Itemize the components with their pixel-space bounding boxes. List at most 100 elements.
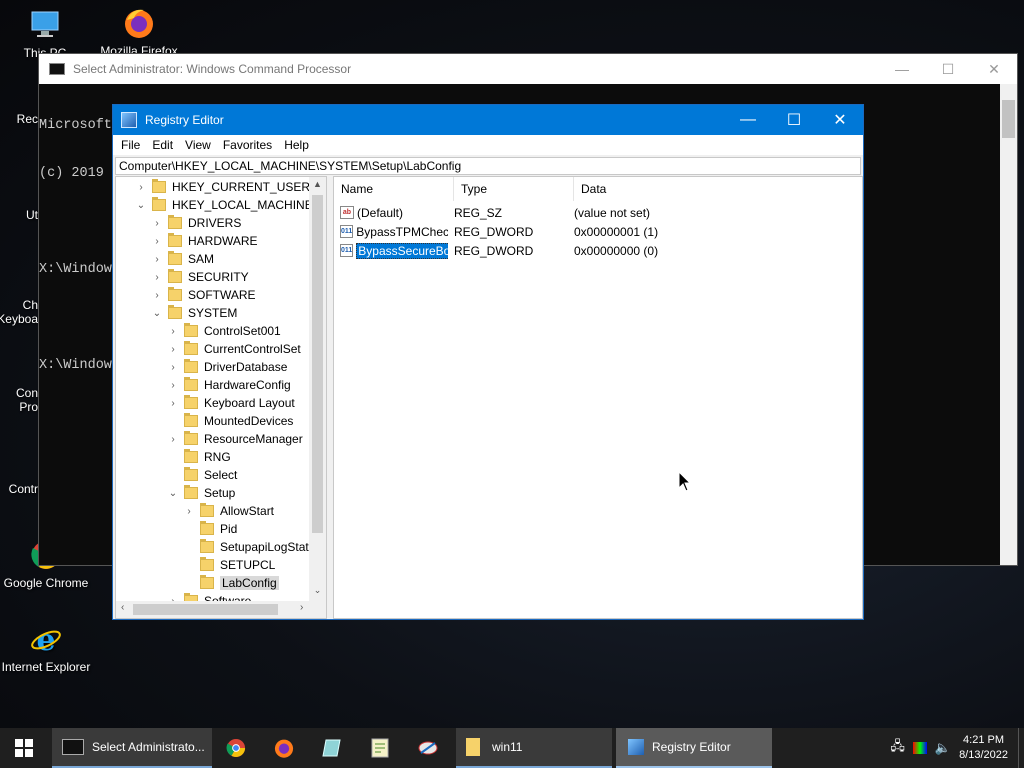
tree-node[interactable]: SetupapiLogStatu — [184, 538, 315, 556]
tree-hscroll-thumb[interactable] — [133, 604, 278, 615]
desktop-icon-label: Rec — [16, 112, 38, 126]
taskbar-cmd-button[interactable]: Select Administrato... — [52, 728, 212, 768]
tree-node[interactable]: SETUPCL — [184, 556, 275, 574]
tree-scroll-thumb[interactable] — [312, 195, 323, 533]
menu-file[interactable]: File — [115, 138, 146, 152]
tree-node[interactable]: ⌄ Setup — [168, 484, 235, 502]
value-row[interactable]: 011BypassSecureBo... REG_DWORD 0x00000000 … — [334, 241, 862, 260]
menu-view[interactable]: View — [179, 138, 217, 152]
internet-explorer-desktop-icon[interactable]: e Internet Explorer — [1, 622, 91, 674]
folder-icon — [168, 251, 182, 265]
expand-chevron-icon[interactable]: › — [168, 362, 178, 373]
cmd-close-button[interactable]: ✕ — [971, 61, 1017, 78]
expand-chevron-icon[interactable]: › — [152, 254, 162, 265]
regedit-title-bar[interactable]: Registry Editor — ☐ ✕ — [113, 105, 863, 135]
color-display-icon[interactable] — [912, 742, 927, 754]
expand-chevron-icon[interactable]: › — [168, 344, 178, 355]
tree-node[interactable]: Pid — [184, 520, 237, 538]
show-desktop-button[interactable] — [1018, 728, 1024, 768]
tree-node[interactable]: ⌄ HKEY_LOCAL_MACHINE — [136, 196, 313, 214]
network-icon[interactable]: 🖧 — [890, 737, 905, 759]
expand-chevron-icon[interactable]: › — [152, 272, 162, 283]
cmd-scroll-thumb[interactable] — [1002, 100, 1015, 138]
scroll-right-icon[interactable]: › — [300, 602, 303, 613]
tree-node[interactable]: Select — [168, 466, 237, 484]
taskbar-notepad-button[interactable] — [308, 728, 356, 768]
scroll-down-icon[interactable]: ⌄ — [309, 585, 326, 596]
expand-chevron-icon[interactable]: › — [184, 506, 194, 517]
tree-node[interactable]: ⌄ SYSTEM — [152, 304, 237, 322]
collapse-chevron-icon[interactable]: ⌄ — [152, 308, 162, 319]
tree-node[interactable]: MountedDevices — [168, 412, 293, 430]
string-value-icon: ab — [340, 206, 354, 219]
tree-node[interactable]: › ControlSet001 — [168, 322, 281, 340]
taskbar-explorer-button[interactable]: win11 — [456, 728, 612, 768]
cmd-maximize-button[interactable]: ☐ — [925, 61, 971, 78]
folder-icon — [200, 503, 214, 517]
tree-vertical-scrollbar[interactable]: ▲ ⌄ — [309, 177, 326, 601]
expand-chevron-icon[interactable]: › — [168, 434, 178, 445]
tree-node[interactable]: › AllowStart — [184, 502, 274, 520]
start-button[interactable] — [0, 728, 48, 768]
taskbar-firefox-button[interactable] — [260, 728, 308, 768]
cmd-minimize-button[interactable]: — — [879, 61, 925, 78]
cmd-scrollbar[interactable] — [1000, 84, 1017, 565]
clock[interactable]: 4:21 PM 8/13/2022 — [959, 733, 1008, 763]
expand-chevron-icon[interactable]: › — [136, 182, 146, 193]
tree-node[interactable]: › SAM — [152, 250, 214, 268]
tree-node[interactable]: › HARDWARE — [152, 232, 258, 250]
collapse-chevron-icon[interactable]: ⌄ — [168, 488, 178, 499]
cmd-desktop-icon[interactable]: Con Pro — [0, 386, 40, 414]
tree-node[interactable]: › SECURITY — [152, 268, 249, 286]
tree-node[interactable]: LabConfig — [184, 574, 279, 592]
expand-chevron-icon[interactable]: › — [152, 236, 162, 247]
value-row[interactable]: 011 BypassTPMCheck REG_DWORD 0x00000001 (1) — [334, 222, 862, 241]
expand-chevron-icon[interactable]: › — [168, 380, 178, 391]
tree-node[interactable]: › SOFTWARE — [152, 286, 256, 304]
regedit-close-button[interactable]: ✕ — [817, 105, 863, 135]
keyboard-desktop-icon[interactable]: Ch Keyboa — [0, 298, 40, 326]
taskbar-regedit-button[interactable]: Registry Editor — [616, 728, 772, 768]
tree-horizontal-scrollbar[interactable]: ‹ › — [116, 601, 326, 618]
folder-icon — [184, 449, 198, 463]
menu-edit[interactable]: Edit — [146, 138, 179, 152]
menu-help[interactable]: Help — [278, 138, 315, 152]
taskbar-chrome-button[interactable] — [212, 728, 260, 768]
column-header-type[interactable]: Type — [454, 177, 574, 201]
expand-chevron-icon[interactable]: › — [152, 290, 162, 301]
registry-editor-window[interactable]: Registry Editor — ☐ ✕ File Edit View Fav… — [112, 104, 864, 620]
collapse-chevron-icon[interactable]: ⌄ — [136, 200, 146, 211]
taskbar-editor-button[interactable] — [356, 728, 404, 768]
volume-icon[interactable]: 🔈 — [935, 740, 951, 756]
registry-tree[interactable]: › HKEY_CURRENT_USER ⌄ HKEY_LOCAL_MACHINE › DR… — [115, 176, 327, 619]
tree-node[interactable]: › DRIVERS — [152, 214, 241, 232]
tree-node[interactable]: › DriverDatabase — [168, 358, 287, 376]
tree-node[interactable]: › HardwareConfig — [168, 376, 291, 394]
tree-node[interactable]: › CurrentControlSet — [168, 340, 301, 358]
scroll-up-icon[interactable]: ▲ — [309, 179, 326, 189]
regedit-minimize-button[interactable]: — — [725, 105, 771, 135]
regedit-maximize-button[interactable]: ☐ — [771, 105, 817, 135]
scroll-left-icon[interactable]: ‹ — [121, 602, 124, 613]
cmd-title-bar[interactable]: Select Administrator: Windows Command Pr… — [39, 54, 1017, 84]
value-row[interactable]: ab (Default) REG_SZ (value not set) — [334, 203, 862, 222]
tree-node-label: HKEY_LOCAL_MACHINE — [172, 198, 313, 212]
address-bar[interactable]: Computer\HKEY_LOCAL_MACHINE\SYSTEM\Setup… — [115, 157, 861, 175]
values-list[interactable]: Name Type Data ab (Default) REG_SZ (value n… — [333, 176, 863, 619]
tree-node[interactable]: RNG — [168, 448, 231, 466]
taskbar-paint-button[interactable] — [404, 728, 452, 768]
expand-chevron-icon[interactable]: › — [168, 398, 178, 409]
column-header-data[interactable]: Data — [574, 177, 694, 201]
expand-chevron-icon[interactable]: › — [152, 218, 162, 229]
expand-chevron-icon[interactable]: › — [168, 326, 178, 337]
tree-node[interactable]: › HKEY_CURRENT_USER — [136, 178, 310, 196]
firefox-desktop-icon[interactable]: Mozilla Firefox — [94, 6, 184, 58]
recycle-bin-desktop-icon[interactable]: Rec — [0, 112, 40, 126]
folder-icon — [184, 359, 198, 373]
column-header-name[interactable]: Name — [334, 177, 454, 201]
menu-favorites[interactable]: Favorites — [217, 138, 278, 152]
tree-node[interactable]: › Keyboard Layout — [168, 394, 295, 412]
control-panel-desktop-icon[interactable]: Contr — [0, 482, 40, 496]
tree-node[interactable]: › ResourceManager — [168, 430, 303, 448]
utility-desktop-icon[interactable]: Ut — [0, 208, 40, 222]
